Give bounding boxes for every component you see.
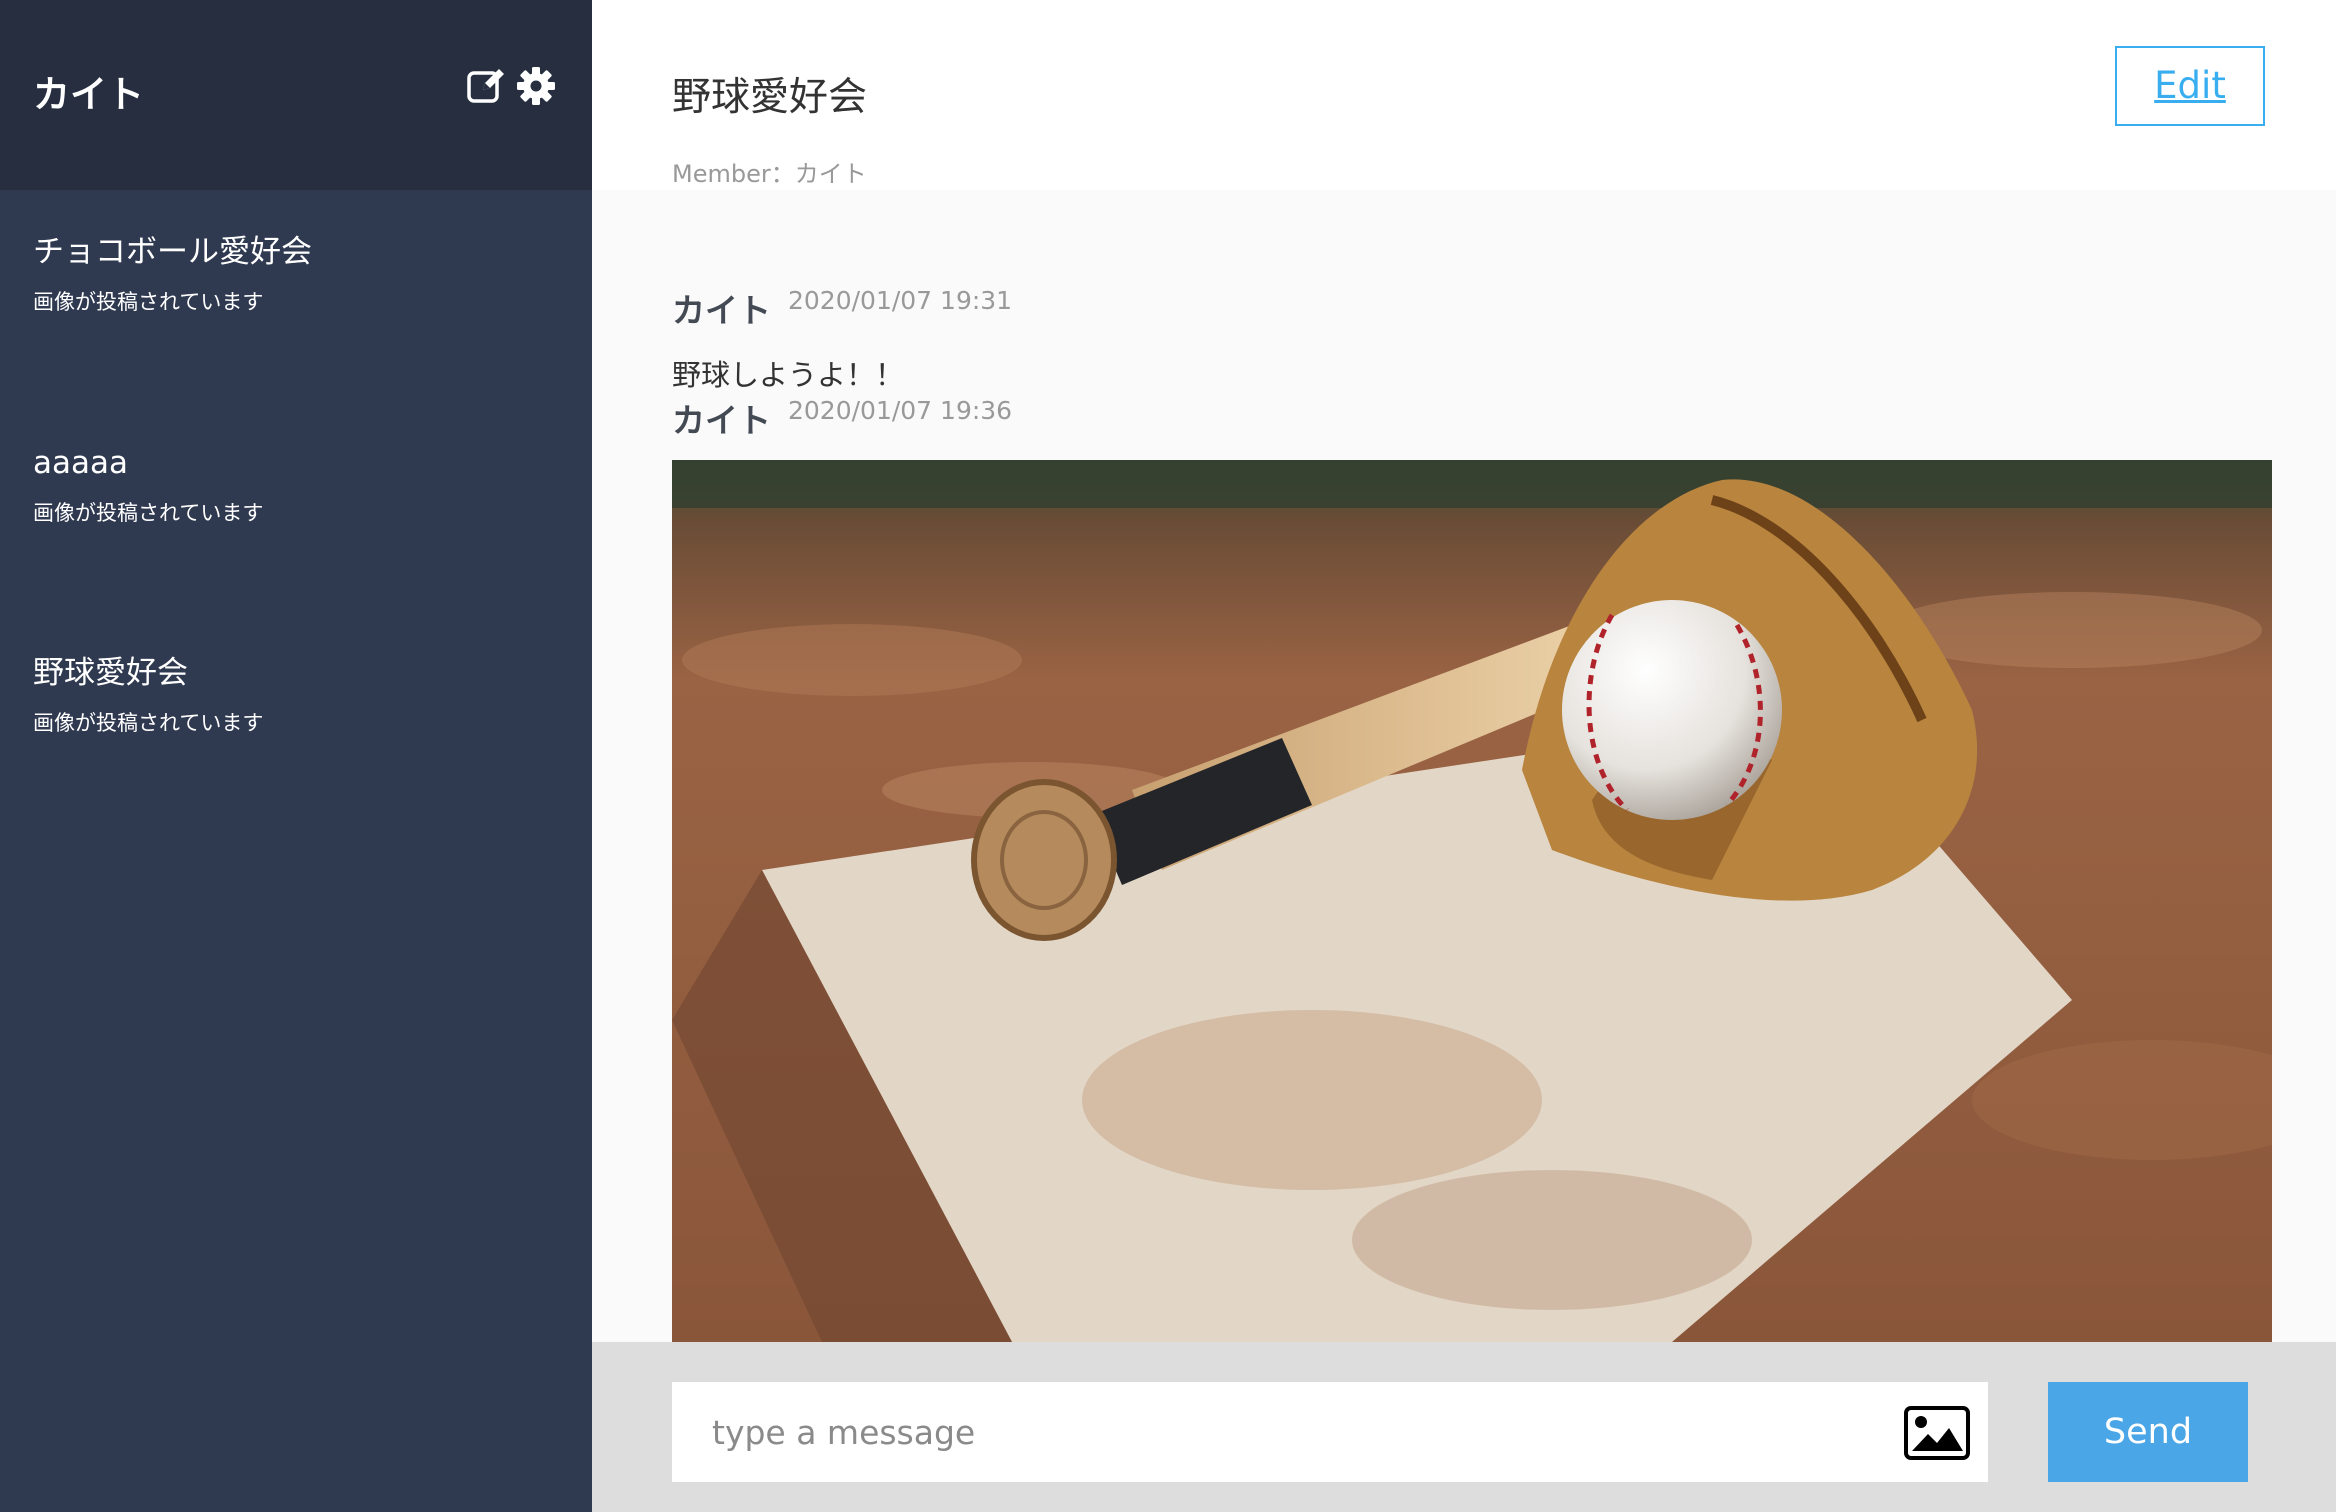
sidebar: カイト チョコボール愛好会 画像が投稿されています aaaaa 画像が投稿されて…: [0, 0, 592, 1512]
message-image: [672, 460, 2272, 1342]
message-time: 2020/01/07 19:31: [788, 286, 1013, 315]
message-time: 2020/01/07 19:36: [788, 396, 1013, 425]
group-last-message: 画像が投稿されています: [33, 501, 264, 525]
message-text: 野球しようよ！！: [672, 358, 905, 392]
image-upload-icon[interactable]: [1904, 1406, 1970, 1460]
baseball-photo: [672, 460, 2272, 1342]
current-user-name: カイト: [33, 73, 144, 116]
group-name: aaaaa: [33, 445, 128, 481]
gear-icon[interactable]: [516, 66, 556, 106]
member-list: Member：カイト: [672, 160, 867, 188]
sidebar-group-item[interactable]: チョコボール愛好会 画像が投稿されています: [33, 232, 312, 316]
sidebar-header: カイト: [0, 0, 592, 190]
edit-group-icon[interactable]: [466, 66, 506, 106]
chat-header: 野球愛好会 Member：カイト Edit: [592, 0, 2336, 190]
message-input[interactable]: [672, 1382, 1988, 1482]
sidebar-group-item[interactable]: 野球愛好会 画像が投稿されています: [33, 653, 263, 737]
group-last-message: 画像が投稿されています: [33, 711, 264, 735]
group-name: チョコボール愛好会: [33, 234, 312, 270]
group-last-message: 画像が投稿されています: [33, 290, 264, 314]
group-title: 野球愛好会: [672, 75, 868, 120]
message-author: カイト: [672, 291, 771, 330]
message-form: Send: [592, 1342, 2336, 1512]
group-name: 野球愛好会: [33, 655, 188, 691]
sidebar-group-item[interactable]: aaaaa 画像が投稿されています: [33, 443, 263, 527]
message-author: カイト: [672, 401, 771, 440]
send-button[interactable]: Send: [2048, 1382, 2248, 1482]
edit-button[interactable]: Edit: [2115, 46, 2265, 126]
